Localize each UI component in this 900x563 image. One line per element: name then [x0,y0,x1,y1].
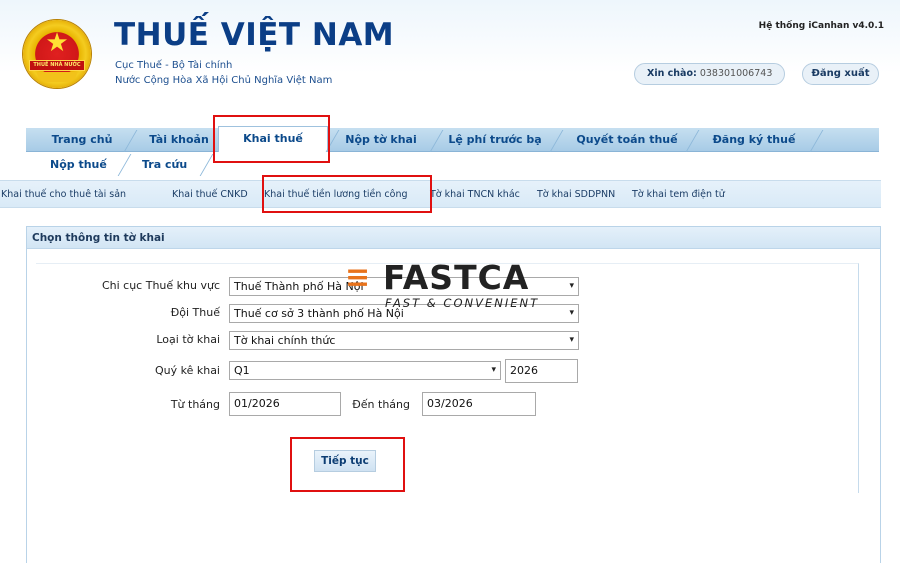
site-header: ★ THUẾ NHÀ NƯỚC THUẾ VIỆT NAM Cục Thuế -… [0,0,900,122]
watermark-tagline: FAST & CONVENIENT [385,296,540,310]
chevron-down-icon: ▾ [569,335,574,345]
sub-tab-nop-thue[interactable]: Nộp thuế [50,152,107,176]
loai-to-khai-label: Loại tờ khai [156,333,220,346]
greeting-label: Xin chào: [647,68,697,79]
main-nav: Trang chủ Tài khoản Khai thuế Nộp tờ kha… [26,126,879,152]
quy-ke-khai-select[interactable]: Q1 ▾ [229,361,501,380]
chi-cuc-label: Chi cục Thuế khu vực [101,279,220,292]
greeting-user: 038301006743 [699,68,773,79]
link-to-khai-tem-dien-tu[interactable]: Tờ khai tem điện tử [632,181,725,209]
chevron-down-icon: ▾ [491,365,496,375]
watermark-brand: FASTCA [383,258,530,297]
highlight-tien-luong-link [262,175,432,213]
nav-tab-quyet-toan-thue[interactable]: Quyết toán thuế [558,128,696,152]
emblem-ribbon: THUẾ NHÀ NƯỚC [29,60,85,71]
sub-tab-tra-cuu[interactable]: Tra cứu [142,152,187,176]
logout-button[interactable]: Đăng xuất [802,63,879,85]
tu-thang-label: Từ tháng [170,398,220,411]
site-subtitle-ministry: Cục Thuế - Bộ Tài chính [115,60,233,71]
doi-thue-label: Đội Thuế [170,306,220,319]
year-input[interactable]: 2026 [505,359,578,383]
declaration-type-nav: Khai thuế cho thuê tài sản Khai thuế CNK… [0,180,881,208]
fastca-watermark: ≡ FASTCA FAST & CONVENIENT [345,258,560,313]
nav-tab-dang-ky-thue[interactable]: Đăng ký thuế [692,128,816,152]
sub-nav-separator [117,154,132,176]
highlight-continue-button [290,437,405,492]
nav-tab-nop-to-khai[interactable]: Nộp tờ khai [332,128,430,152]
highlight-khai-thue-tab [213,115,330,163]
system-version: Hệ thống iCanhan v4.0.1 [758,21,884,31]
nav-tab-le-phi-truoc-ba[interactable]: Lệ phí trước bạ [438,128,552,152]
link-khai-thue-cho-thue-tai-san[interactable]: Khai thuế cho thuê tài sản [1,181,126,209]
sub-nav-separator [199,154,214,176]
chevron-down-icon: ▾ [569,308,574,318]
den-thang-input[interactable]: 03/2026 [422,392,536,416]
tu-thang-input[interactable]: 01/2026 [229,392,341,416]
link-to-khai-tncn-khac[interactable]: Tờ khai TNCN khác [430,181,520,209]
quy-ke-khai-label: Quý kê khai [154,364,220,377]
nav-tab-account[interactable]: Tài khoản [136,128,222,152]
loai-to-khai-value: Tờ khai chính thức [234,334,336,347]
greeting-badge: Xin chào: 038301006743 [634,63,786,85]
fastca-logo-icon: ≡ [345,260,371,295]
chevron-down-icon: ▾ [569,281,574,291]
loai-to-khai-select[interactable]: Tờ khai chính thức ▾ [229,331,579,350]
tax-emblem-logo: ★ THUẾ NHÀ NƯỚC [23,20,91,88]
emblem-sheaf [37,72,77,82]
nav-tab-home[interactable]: Trang chủ [40,128,124,152]
page: ★ THUẾ NHÀ NƯỚC THUẾ VIỆT NAM Cục Thuế -… [0,0,900,563]
site-subtitle-country: Nước Cộng Hòa Xã Hội Chủ Nghĩa Việt Nam [115,75,333,86]
den-thang-label: Đến tháng [352,398,410,411]
panel-title: Chọn thông tin tờ khai [27,227,880,249]
link-to-khai-sddpnn[interactable]: Tờ khai SDDPNN [537,181,615,209]
site-title: THUẾ VIỆT NAM [114,17,395,53]
quy-ke-khai-value: Q1 [234,364,250,377]
link-khai-thue-cnkd[interactable]: Khai thuế CNKD [172,181,248,209]
star-icon: ★ [45,28,69,58]
sub-nav: Nộp thuế Tra cứu [26,152,879,176]
